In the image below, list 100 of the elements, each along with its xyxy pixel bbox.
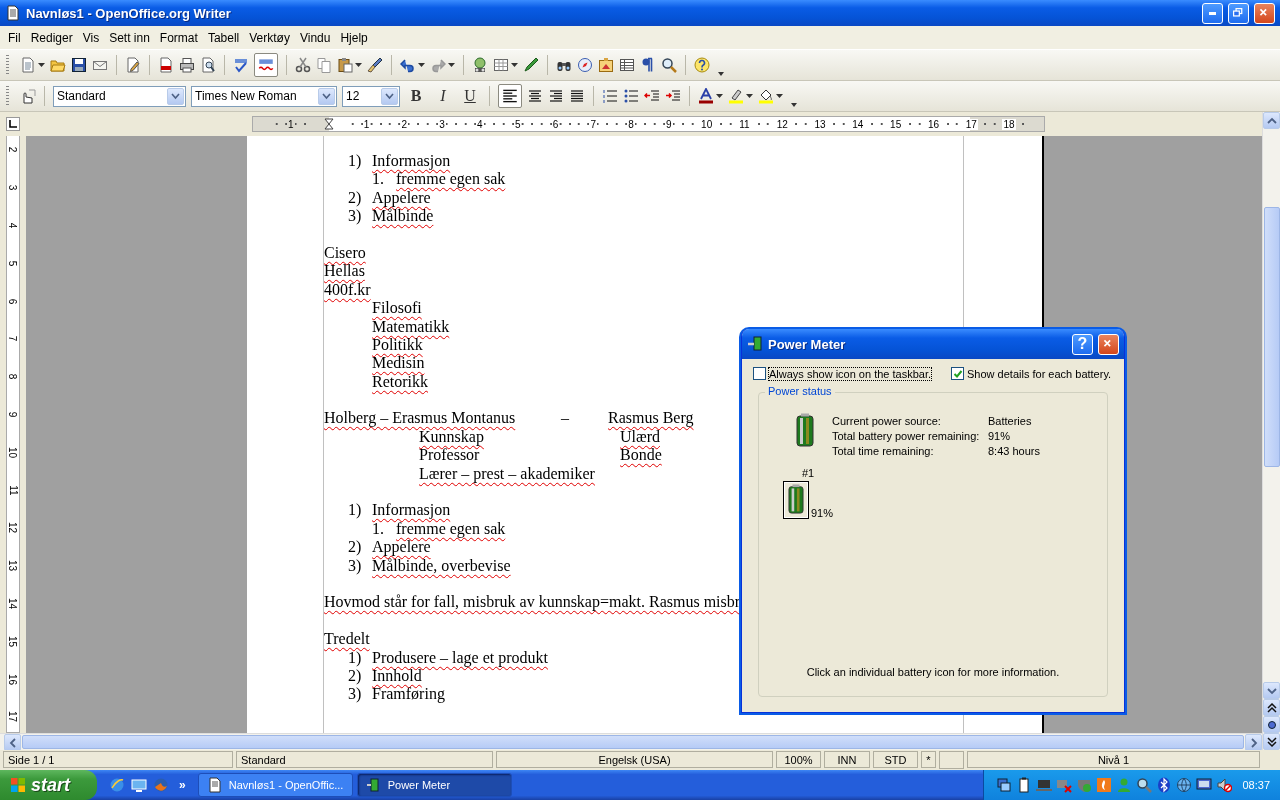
taskbar-button[interactable]: Power Meter <box>356 773 512 797</box>
spellcheck-underline-icon[interactable] <box>254 53 278 77</box>
scroll-up-button[interactable] <box>1263 112 1280 129</box>
laptop-icon[interactable] <box>1036 777 1053 793</box>
caret-icon[interactable] <box>716 93 723 99</box>
help-icon[interactable] <box>694 57 710 73</box>
undo-arrow-icon[interactable] <box>400 57 416 73</box>
menu-item[interactable]: Verktøy <box>244 28 295 47</box>
menu-item[interactable]: Sett inn <box>104 28 155 47</box>
globe-icon[interactable] <box>1176 777 1193 793</box>
font-color-icon[interactable] <box>698 88 714 104</box>
spellcheck-icon[interactable] <box>233 57 249 73</box>
caret-icon[interactable] <box>776 93 783 99</box>
styles-hand-icon[interactable] <box>20 88 36 104</box>
clipboard-icon[interactable] <box>337 57 353 73</box>
printer-icon[interactable] <box>179 57 195 73</box>
field-label: Current power source: <box>832 415 942 427</box>
menu-item[interactable]: Tabell <box>202 28 245 47</box>
minimize-button[interactable] <box>1202 2 1223 24</box>
document-text: Kunnskap <box>419 427 484 447</box>
underline-button[interactable]: U <box>459 87 481 105</box>
taskbar-button[interactable]: Navnløs1 - OpenOffic... <box>197 773 353 797</box>
document-text: Framføring <box>372 685 445 704</box>
caret-icon[interactable] <box>38 62 45 68</box>
table-icon[interactable] <box>493 57 509 73</box>
scroll-down-button[interactable] <box>1263 682 1280 699</box>
checkbox-label[interactable]: Always show icon on the taskbar. <box>769 367 932 380</box>
page-magnifier-icon[interactable] <box>200 57 216 73</box>
network-icon[interactable] <box>996 777 1013 793</box>
speaker-muted-icon[interactable] <box>1216 777 1233 793</box>
more-quicklaunch-button[interactable]: » <box>179 778 186 792</box>
paragraph-style-field[interactable]: Standard <box>53 85 186 107</box>
menu-item[interactable]: Hjelp <box>335 28 373 47</box>
copy-icon[interactable] <box>316 57 332 73</box>
checkbox[interactable] <box>753 367 766 380</box>
shield-check-icon[interactable] <box>1076 777 1093 793</box>
menu-item[interactable]: Format <box>154 28 203 47</box>
align-center-icon[interactable] <box>527 88 543 104</box>
increase-indent-icon[interactable] <box>665 88 681 104</box>
caret-icon[interactable] <box>418 62 425 68</box>
flame-icon[interactable] <box>1096 777 1113 793</box>
document-text: 400f.kr <box>324 280 371 300</box>
scrollbar-thumb[interactable] <box>1263 207 1280 467</box>
battery-plug-icon[interactable] <box>365 777 382 793</box>
menu-item[interactable]: Fil <box>3 28 26 47</box>
pen-icon[interactable] <box>523 57 539 73</box>
caret-icon[interactable] <box>746 93 753 99</box>
checkbox[interactable] <box>951 367 965 380</box>
font-size-field[interactable]: 12 <box>342 85 400 107</box>
status-field: INN <box>824 751 870 768</box>
navigation-button[interactable] <box>1263 716 1280 733</box>
scissors-icon[interactable] <box>295 57 311 73</box>
status-field: * <box>921 751 936 768</box>
desktop-icon[interactable] <box>131 777 147 793</box>
close-button[interactable] <box>1254 2 1275 24</box>
align-left-icon[interactable] <box>498 84 522 108</box>
battery-button[interactable] <box>783 481 809 519</box>
justify-icon[interactable] <box>569 88 585 104</box>
paintbrush-icon[interactable] <box>367 57 383 73</box>
highlighter-icon[interactable] <box>728 88 744 104</box>
pdf-document-icon[interactable] <box>158 57 174 73</box>
paint-bucket-icon[interactable] <box>758 88 774 104</box>
monitor-icon[interactable] <box>1196 777 1213 793</box>
picture-frame-icon[interactable] <box>598 57 614 73</box>
close-button[interactable] <box>1098 333 1119 355</box>
previous-page-button[interactable] <box>1263 699 1280 716</box>
ruler-number: 5 <box>513 118 522 130</box>
dialog-title: Power Meter <box>768 336 847 352</box>
scrollbar-thumb[interactable] <box>22 735 1244 749</box>
menu-item[interactable]: Rediger <box>25 28 78 47</box>
bluetooth-icon[interactable] <box>1156 777 1173 793</box>
decrease-indent-icon[interactable] <box>644 88 660 104</box>
font-name-field[interactable]: Times New Roman <box>191 85 337 107</box>
folder-icon[interactable] <box>50 57 66 73</box>
browser-e-icon[interactable] <box>109 777 125 793</box>
ruler-number: 10 <box>7 446 19 458</box>
checkbox-label[interactable]: Show details for each battery. <box>967 367 1112 380</box>
caret-icon[interactable] <box>355 62 362 68</box>
caret-icon[interactable] <box>448 62 455 68</box>
italic-button[interactable]: I <box>432 87 454 105</box>
table-grid-icon[interactable] <box>619 57 635 73</box>
restore-button[interactable] <box>1228 2 1249 24</box>
numbered-list-icon[interactable] <box>602 88 618 104</box>
menu-item[interactable]: Vis <box>77 28 105 47</box>
start-button[interactable]: start <box>0 770 97 800</box>
indent-marker-icon[interactable] <box>323 118 334 130</box>
menu-item[interactable]: Vindu <box>294 28 336 47</box>
caret-icon[interactable] <box>511 62 518 68</box>
double-up-arrow-icon <box>1266 702 1277 713</box>
next-page-button[interactable] <box>1263 733 1280 750</box>
document-icon[interactable] <box>206 777 223 793</box>
bullet-list-icon[interactable] <box>623 88 639 104</box>
bold-button[interactable]: B <box>405 87 427 105</box>
magnifier-icon[interactable] <box>1136 777 1153 793</box>
compass-icon[interactable] <box>577 57 593 73</box>
magnifier-icon[interactable] <box>661 57 677 73</box>
edit-document-icon[interactable] <box>125 57 141 73</box>
align-right-icon[interactable] <box>548 88 564 104</box>
minimize-icon <box>1209 11 1216 15</box>
globe-link-icon[interactable] <box>472 57 488 73</box>
